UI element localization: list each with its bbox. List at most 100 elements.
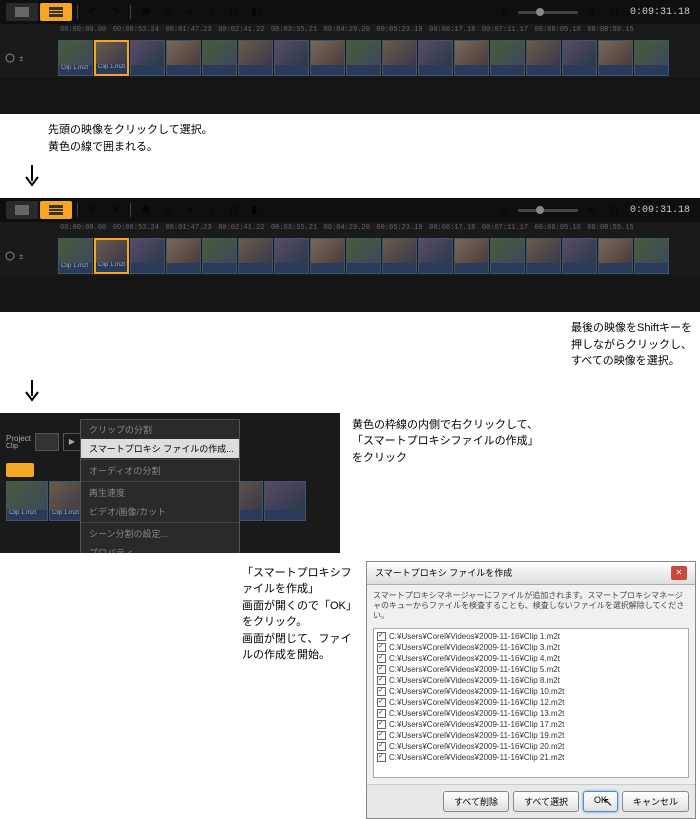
storyboard-tab[interactable] <box>6 3 38 21</box>
clip-item[interactable]: Clip 1.m2t <box>58 238 93 274</box>
clip-item[interactable] <box>490 40 525 76</box>
redo-icon[interactable]: ↷ <box>105 4 125 20</box>
file-list-item[interactable]: C:¥Users¥Corel¥Videos¥2009-11-16¥Clip 21… <box>376 752 686 763</box>
checkbox[interactable] <box>377 676 386 685</box>
clip-item[interactable] <box>562 40 597 76</box>
clip-item[interactable] <box>454 40 489 76</box>
timeline-tab[interactable] <box>40 3 72 21</box>
clip-item[interactable] <box>274 238 309 274</box>
clip-item[interactable] <box>166 40 201 76</box>
project-thumb[interactable] <box>35 433 59 451</box>
track-header[interactable]: ± <box>0 52 58 64</box>
play-button[interactable]: ▶ <box>63 433 81 451</box>
clip-item[interactable] <box>598 238 633 274</box>
fit-icon[interactable]: ⊡ <box>604 4 624 20</box>
context-menu-item[interactable]: クリップの分割 <box>81 420 239 439</box>
annotation-1: 先頭の映像をクリックして選択。 黄色の線で囲まれる。 <box>44 118 700 159</box>
ok-button[interactable]: OK↖ <box>583 791 618 812</box>
checkbox[interactable] <box>377 731 386 740</box>
file-list[interactable]: C:¥Users¥Corel¥Videos¥2009-11-16¥Clip 1.… <box>373 628 689 778</box>
clip-item[interactable] <box>562 238 597 274</box>
clip-item[interactable]: Clip 1.m2t <box>94 238 129 274</box>
clip-item[interactable] <box>526 238 561 274</box>
file-list-item[interactable]: C:¥Users¥Corel¥Videos¥2009-11-16¥Clip 17… <box>376 719 686 730</box>
tool-icon[interactable]: ♪ <box>202 4 222 20</box>
clip-item[interactable] <box>166 238 201 274</box>
checkbox[interactable] <box>377 698 386 707</box>
clip-item[interactable] <box>310 40 345 76</box>
dialog-titlebar[interactable]: スマートプロキシ ファイルを作成 ✕ <box>367 562 695 585</box>
context-menu-item[interactable]: ビデオ/画像/カット <box>81 502 239 521</box>
clip-item[interactable] <box>130 40 165 76</box>
file-list-item[interactable]: C:¥Users¥Corel¥Videos¥2009-11-16¥Clip 3.… <box>376 642 686 653</box>
clip-item[interactable] <box>346 40 381 76</box>
checkbox[interactable] <box>377 742 386 751</box>
clip-item[interactable] <box>634 238 669 274</box>
file-list-item[interactable]: C:¥Users¥Corel¥Videos¥2009-11-16¥Clip 1.… <box>376 631 686 642</box>
clip-item[interactable] <box>274 40 309 76</box>
timeline-tab[interactable] <box>40 201 72 219</box>
checkbox[interactable] <box>377 643 386 652</box>
clip-item[interactable] <box>310 238 345 274</box>
context-menu-item[interactable]: スマートプロキシ ファイルの作成... <box>81 439 239 458</box>
checkbox[interactable] <box>377 720 386 729</box>
clip-item[interactable] <box>346 238 381 274</box>
time-ruler[interactable]: 00:00:00.0000:00:53.2400:01:47.2300:02:4… <box>0 222 700 236</box>
cancel-button[interactable]: キャンセル <box>622 791 689 812</box>
timeline-with-context-menu: Project Clip ▶ Clip 1.m2tClip 1.m2t クリップ… <box>0 413 340 553</box>
clip-item[interactable]: Clip 1.m2t <box>94 40 129 76</box>
checkbox[interactable] <box>377 709 386 718</box>
select-all-button[interactable]: すべて選択 <box>513 791 579 812</box>
tool-icon[interactable]: ⊡ <box>224 4 244 20</box>
remove-all-button[interactable]: すべて削除 <box>443 791 509 812</box>
checkbox[interactable] <box>377 753 386 762</box>
arrow-down-icon <box>24 165 40 189</box>
clip-item[interactable] <box>202 40 237 76</box>
clip-item[interactable] <box>382 40 417 76</box>
tool-icon[interactable]: ✽ <box>136 4 156 20</box>
file-list-item[interactable]: C:¥Users¥Corel¥Videos¥2009-11-16¥Clip 19… <box>376 730 686 741</box>
context-menu-item[interactable]: シーン分割の設定... <box>81 524 239 543</box>
clip-item[interactable] <box>202 238 237 274</box>
clip-item[interactable] <box>418 238 453 274</box>
undo-icon[interactable]: ↶ <box>83 4 103 20</box>
context-menu-item[interactable]: プロパティ... <box>81 543 239 553</box>
clip-item[interactable] <box>130 238 165 274</box>
clip-item[interactable] <box>264 481 306 521</box>
clip-item[interactable]: Clip 1.m2t <box>58 40 93 76</box>
clip-item[interactable] <box>382 238 417 274</box>
checkbox[interactable] <box>377 632 386 641</box>
file-list-item[interactable]: C:¥Users¥Corel¥Videos¥2009-11-16¥Clip 20… <box>376 741 686 752</box>
timeline-panel-1: ↶ ↷ ✽ ⊞ ≡ ♪ ⊡ ◧ ⊖ ⊕ ⊡ 0:09:31.18 00:00:0… <box>0 0 700 114</box>
close-button[interactable]: ✕ <box>671 566 687 580</box>
clip-item[interactable] <box>238 40 273 76</box>
zoom-out-icon[interactable]: ⊖ <box>495 4 515 20</box>
clip-item[interactable] <box>526 40 561 76</box>
context-menu-item[interactable]: 再生速度 <box>81 483 239 502</box>
smart-proxy-dialog: スマートプロキシ ファイルを作成 ✕ スマートプロキシマネージャーにファイルが追… <box>366 561 696 819</box>
zoom-in-icon[interactable]: ⊕ <box>581 4 601 20</box>
storyboard-tab[interactable] <box>6 201 38 219</box>
file-list-item[interactable]: C:¥Users¥Corel¥Videos¥2009-11-16¥Clip 13… <box>376 708 686 719</box>
tool-icon[interactable]: ◧ <box>246 4 266 20</box>
checkbox[interactable] <box>377 654 386 663</box>
clip-item[interactable] <box>598 40 633 76</box>
context-menu-item[interactable]: オーディオの分割 <box>81 461 239 480</box>
file-list-item[interactable]: C:¥Users¥Corel¥Videos¥2009-11-16¥Clip 4.… <box>376 653 686 664</box>
clip-item[interactable]: Clip 1.m2t <box>6 481 48 521</box>
zoom-slider[interactable] <box>518 11 578 14</box>
file-list-item[interactable]: C:¥Users¥Corel¥Videos¥2009-11-16¥Clip 8.… <box>376 675 686 686</box>
clip-item[interactable] <box>418 40 453 76</box>
clip-item[interactable] <box>238 238 273 274</box>
tool-icon[interactable]: ⊞ <box>158 4 178 20</box>
file-list-item[interactable]: C:¥Users¥Corel¥Videos¥2009-11-16¥Clip 12… <box>376 697 686 708</box>
file-list-item[interactable]: C:¥Users¥Corel¥Videos¥2009-11-16¥Clip 5.… <box>376 664 686 675</box>
clip-item[interactable] <box>454 238 489 274</box>
clip-item[interactable] <box>490 238 525 274</box>
tool-icon[interactable]: ≡ <box>180 4 200 20</box>
checkbox[interactable] <box>377 665 386 674</box>
file-list-item[interactable]: C:¥Users¥Corel¥Videos¥2009-11-16¥Clip 10… <box>376 686 686 697</box>
checkbox[interactable] <box>377 687 386 696</box>
time-ruler[interactable]: 00:00:00.0000:00:53.2400:01:47.2300:02:4… <box>0 24 700 38</box>
clip-item[interactable] <box>634 40 669 76</box>
